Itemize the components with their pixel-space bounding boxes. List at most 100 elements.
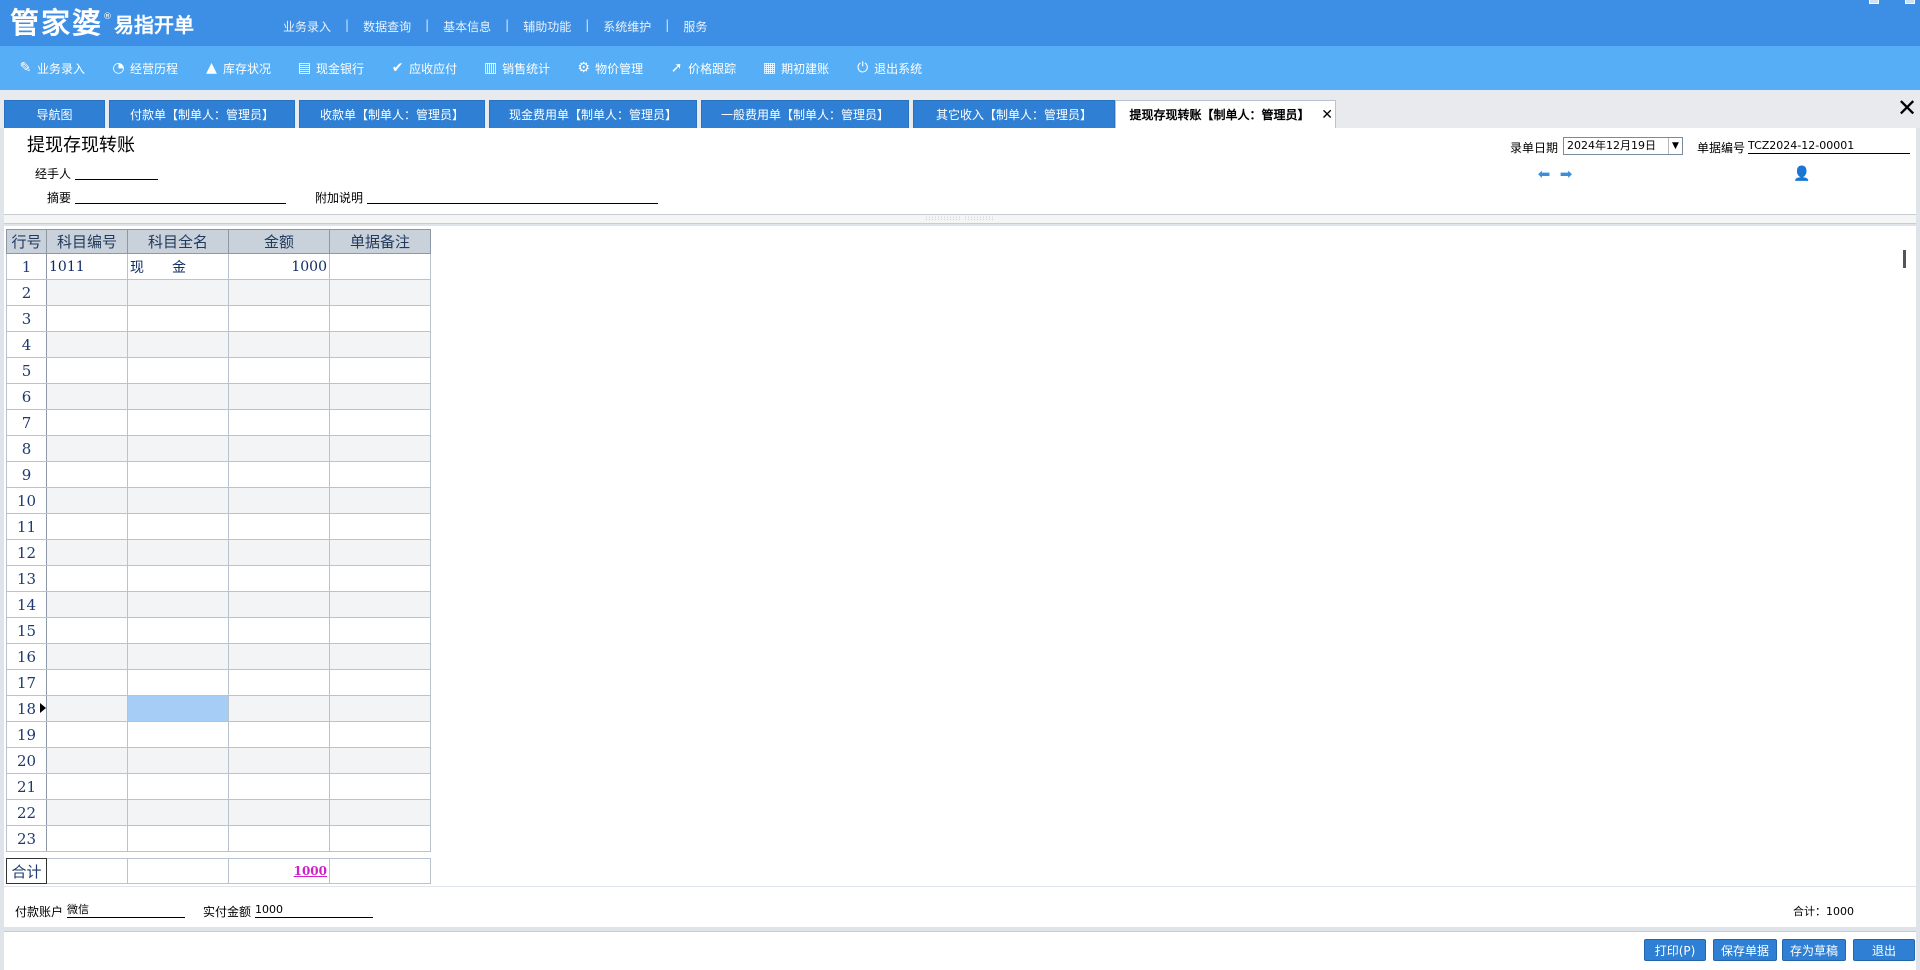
account-name-cell[interactable]: [127, 383, 229, 410]
toolbar-price-management[interactable]: ⚙ 物价管理: [576, 60, 643, 77]
account-code-cell[interactable]: [46, 747, 128, 774]
account-code-cell[interactable]: [46, 487, 128, 514]
account-name-cell[interactable]: 现 金: [127, 253, 229, 280]
table-row[interactable]: 20: [6, 747, 431, 774]
amount-cell[interactable]: [228, 409, 330, 436]
user-icon[interactable]: 👤: [1793, 166, 1810, 182]
account-code-cell[interactable]: [46, 383, 128, 410]
table-row[interactable]: 5: [6, 357, 431, 384]
table-row[interactable]: 16: [6, 643, 431, 670]
chevron-down-icon[interactable]: ▼: [1668, 138, 1682, 154]
table-row[interactable]: 11: [6, 513, 431, 540]
remark-cell[interactable]: [329, 383, 431, 410]
account-name-cell[interactable]: [127, 721, 229, 748]
remark-cell[interactable]: [329, 461, 431, 488]
account-code-cell[interactable]: [46, 305, 128, 332]
account-name-cell[interactable]: [127, 305, 229, 332]
vertical-scrollbar[interactable]: [1903, 250, 1906, 268]
tab-close-icon[interactable]: ✕: [1321, 101, 1333, 129]
close-all-tabs-icon[interactable]: ✕: [1895, 96, 1919, 120]
save-document-button[interactable]: 保存单据: [1713, 939, 1777, 961]
minimize-window-button[interactable]: [1869, 0, 1879, 4]
account-code-cell[interactable]: [46, 669, 128, 696]
account-code-cell[interactable]: [46, 825, 128, 852]
account-code-cell[interactable]: [46, 357, 128, 384]
remark-cell[interactable]: [329, 357, 431, 384]
remark-cell[interactable]: [329, 435, 431, 462]
table-row[interactable]: 17: [6, 669, 431, 696]
remark-cell[interactable]: [329, 279, 431, 306]
account-name-cell[interactable]: [127, 591, 229, 618]
remark-cell[interactable]: [329, 539, 431, 566]
account-code-cell[interactable]: [46, 331, 128, 358]
splitter-handle[interactable]: :::::::::::: ::::::::::: [4, 214, 1916, 224]
account-code-cell[interactable]: [46, 539, 128, 566]
docno-field[interactable]: TCZ2024-12-00001: [1748, 138, 1910, 154]
next-record-icon[interactable]: ➡: [1558, 167, 1574, 182]
table-row[interactable]: 23: [6, 825, 431, 852]
amount-cell[interactable]: [228, 513, 330, 540]
account-code-cell[interactable]: [46, 461, 128, 488]
top-menu-basic-info[interactable]: 基本信息: [443, 18, 491, 35]
table-row[interactable]: 21: [6, 773, 431, 800]
toolbar-sales-statistics[interactable]: ▥ 销售统计: [483, 60, 550, 77]
tab-cash-expense[interactable]: 现金费用单【制单人：管理员】: [489, 100, 697, 128]
previous-record-icon[interactable]: ⬅: [1536, 167, 1552, 182]
account-name-cell[interactable]: [127, 357, 229, 384]
remark-cell[interactable]: [329, 591, 431, 618]
top-menu-system-maintenance[interactable]: 系统维护: [603, 18, 651, 35]
toolbar-operation-history[interactable]: ◔ 经营历程: [111, 60, 178, 77]
table-row[interactable]: 7: [6, 409, 431, 436]
amount-cell[interactable]: [228, 591, 330, 618]
handler-field[interactable]: [75, 164, 158, 180]
amount-cell[interactable]: [228, 799, 330, 826]
table-row[interactable]: 22: [6, 799, 431, 826]
account-code-cell[interactable]: [46, 435, 128, 462]
col-header-account-code[interactable]: 科目编号: [46, 229, 128, 254]
account-code-cell[interactable]: [46, 591, 128, 618]
table-row[interactable]: 3: [6, 305, 431, 332]
remark-cell[interactable]: [329, 617, 431, 644]
account-field[interactable]: 微信: [67, 902, 185, 918]
amount-cell[interactable]: [228, 747, 330, 774]
col-header-amount[interactable]: 金额: [228, 229, 330, 254]
amount-cell[interactable]: [228, 435, 330, 462]
amount-cell[interactable]: 1000: [228, 253, 330, 280]
account-code-cell[interactable]: [46, 409, 128, 436]
account-name-cell[interactable]: [127, 409, 229, 436]
remark-cell[interactable]: [329, 513, 431, 540]
amount-cell[interactable]: [228, 617, 330, 644]
amount-cell[interactable]: [228, 331, 330, 358]
remark-cell[interactable]: [329, 565, 431, 592]
tab-withdraw-deposit-transfer[interactable]: 提现存现转账【制单人：管理员】 ✕: [1115, 100, 1336, 128]
amount-cell[interactable]: [228, 825, 330, 852]
account-code-cell[interactable]: [46, 565, 128, 592]
account-name-cell[interactable]: [127, 435, 229, 462]
date-picker[interactable]: 2024年12月19日 ▼: [1563, 137, 1683, 155]
account-name-cell[interactable]: [127, 331, 229, 358]
table-row[interactable]: 2: [6, 279, 431, 306]
note-field[interactable]: [367, 188, 658, 204]
account-name-cell[interactable]: [127, 513, 229, 540]
table-row[interactable]: 8: [6, 435, 431, 462]
account-name-cell[interactable]: [127, 825, 229, 852]
top-menu-service[interactable]: 服务: [683, 18, 707, 35]
save-draft-button[interactable]: 存为草稿: [1782, 939, 1846, 961]
remark-cell[interactable]: [329, 721, 431, 748]
tab-navigation-map[interactable]: 导航图: [4, 100, 105, 128]
tab-receipt-voucher[interactable]: 收款单【制单人：管理员】: [299, 100, 485, 128]
remark-cell[interactable]: [329, 305, 431, 332]
top-menu-business-entry[interactable]: 业务录入: [283, 18, 331, 35]
top-menu-aux-functions[interactable]: 辅助功能: [523, 18, 571, 35]
account-name-cell[interactable]: [127, 669, 229, 696]
account-name-cell[interactable]: [127, 539, 229, 566]
account-code-cell[interactable]: [46, 513, 128, 540]
account-code-cell[interactable]: [46, 695, 128, 722]
paid-amount-field[interactable]: 1000: [255, 902, 373, 918]
account-name-cell[interactable]: [127, 773, 229, 800]
account-name-cell[interactable]: [127, 695, 229, 722]
account-name-cell[interactable]: [127, 617, 229, 644]
toolbar-opening-accounts[interactable]: ▦ 期初建账: [762, 60, 829, 77]
remark-cell[interactable]: [329, 773, 431, 800]
tab-general-expense[interactable]: 一般费用单【制单人：管理员】: [701, 100, 909, 128]
